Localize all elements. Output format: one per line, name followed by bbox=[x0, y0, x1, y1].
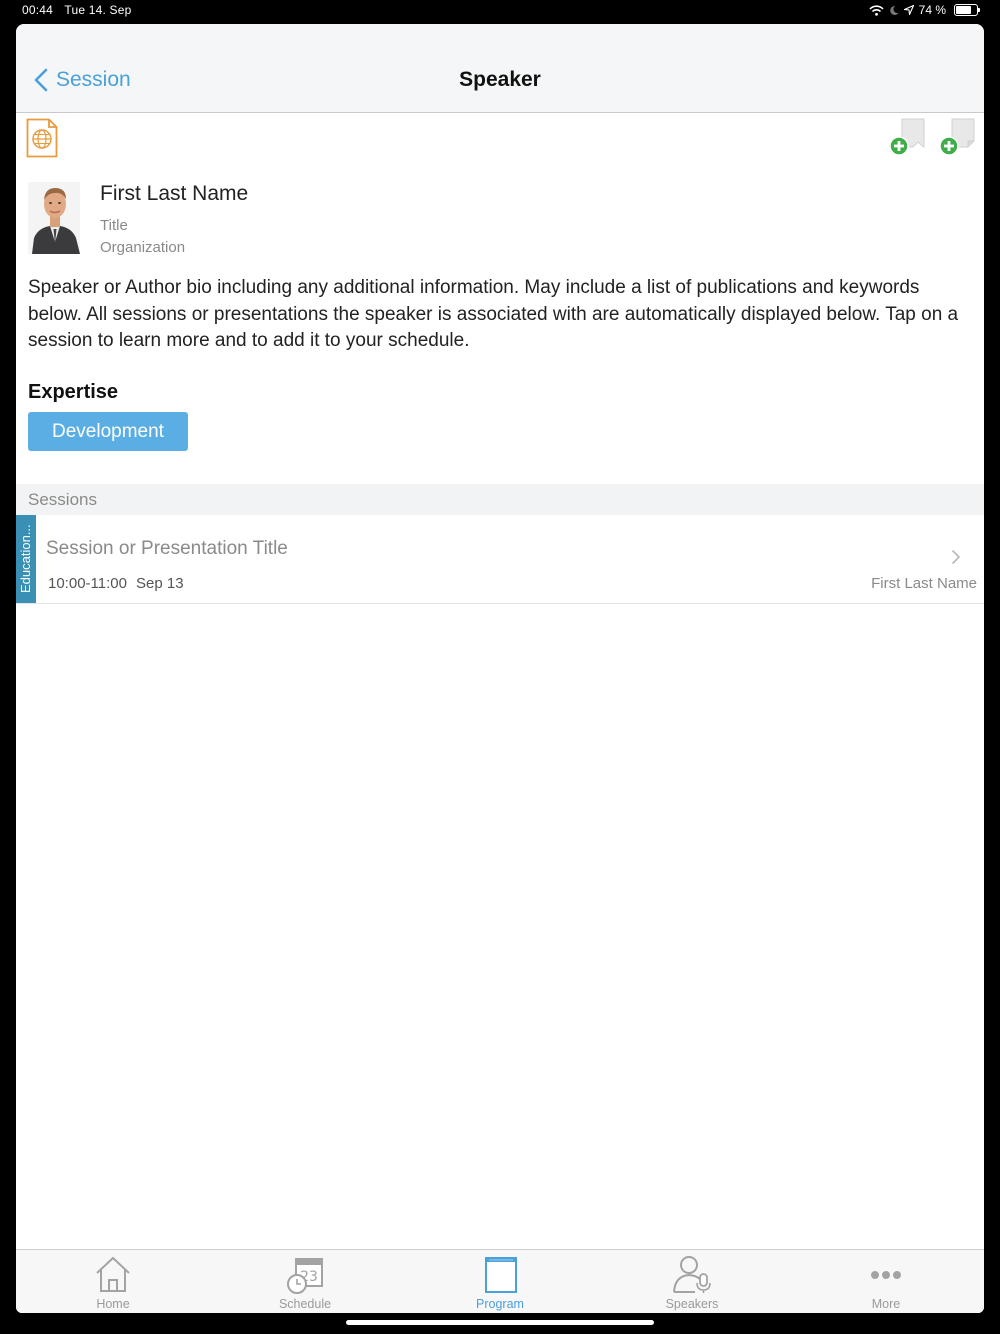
speaker-name: First Last Name bbox=[100, 182, 249, 205]
battery-percent: 74 % bbox=[918, 3, 946, 17]
speakers-icon bbox=[673, 1256, 711, 1293]
action-toolbar bbox=[16, 113, 984, 173]
tab-more-label: More bbox=[871, 1297, 901, 1311]
expertise-heading: Expertise bbox=[28, 381, 119, 403]
tab-bar: Home 23 Schedule Program Speakers More bbox=[16, 1249, 984, 1313]
tab-home-label: Home bbox=[96, 1297, 130, 1311]
navigation-bar: Session Speaker bbox=[16, 24, 984, 113]
web-document-icon bbox=[26, 118, 58, 158]
tab-speakers-label: Speakers bbox=[665, 1297, 719, 1311]
speaker-photo bbox=[28, 182, 80, 254]
tab-speakers[interactable]: Speakers bbox=[632, 1250, 752, 1313]
home-indicator[interactable] bbox=[346, 1320, 654, 1325]
schedule-icon: 23 bbox=[287, 1258, 323, 1294]
status-left: 00:44 Tue 14. Sep bbox=[22, 3, 140, 17]
session-list-item[interactable]: Education... Session or Presentation Tit… bbox=[16, 515, 984, 604]
sessions-section-header: Sessions bbox=[16, 484, 984, 515]
session-time: 10:00-11:00 bbox=[48, 575, 127, 592]
add-bookmark-button[interactable] bbox=[888, 117, 930, 162]
speaker-title: Title bbox=[100, 217, 128, 234]
tab-home[interactable]: Home bbox=[53, 1250, 173, 1313]
tab-program-label: Program bbox=[476, 1297, 524, 1311]
page-title: Speaker bbox=[459, 68, 541, 91]
tab-schedule[interactable]: 23 Schedule bbox=[245, 1250, 365, 1313]
battery-icon bbox=[954, 4, 980, 16]
chevron-right-icon bbox=[952, 550, 960, 564]
track-indicator: Education... bbox=[16, 515, 36, 603]
status-time: 00:44 bbox=[22, 3, 54, 17]
sessions-header-label: Sessions bbox=[28, 490, 97, 509]
session-title: Session or Presentation Title bbox=[46, 538, 288, 559]
moon-icon bbox=[889, 5, 899, 15]
tab-more[interactable]: More bbox=[826, 1250, 946, 1313]
add-bookmark-icon bbox=[889, 118, 925, 156]
website-button[interactable] bbox=[26, 118, 58, 163]
status-right: 74 % bbox=[869, 3, 980, 17]
tab-program[interactable]: Program bbox=[440, 1250, 560, 1313]
track-label: Education... bbox=[18, 524, 33, 593]
status-bar: 00:44 Tue 14. Sep 74 % bbox=[0, 0, 1000, 22]
more-icon bbox=[871, 1271, 901, 1279]
speaker-bio: Speaker or Author bio including any addi… bbox=[28, 277, 959, 351]
status-date: Tue 14. Sep bbox=[64, 3, 132, 17]
add-note-button[interactable] bbox=[938, 117, 980, 162]
app-window: Session Speaker First Last Name Title Or… bbox=[16, 24, 984, 1313]
tab-schedule-label: Schedule bbox=[278, 1297, 332, 1311]
wifi-icon bbox=[869, 4, 884, 16]
add-note-icon bbox=[939, 118, 975, 156]
session-speaker: First Last Name bbox=[871, 575, 977, 592]
speaker-organization: Organization bbox=[100, 239, 186, 256]
location-arrow-icon bbox=[903, 5, 914, 15]
avatar bbox=[28, 182, 80, 254]
program-icon bbox=[485, 1257, 517, 1293]
expertise-tag[interactable]: Development bbox=[28, 412, 188, 451]
home-icon bbox=[96, 1256, 130, 1292]
session-date: Sep 13 bbox=[136, 575, 184, 592]
